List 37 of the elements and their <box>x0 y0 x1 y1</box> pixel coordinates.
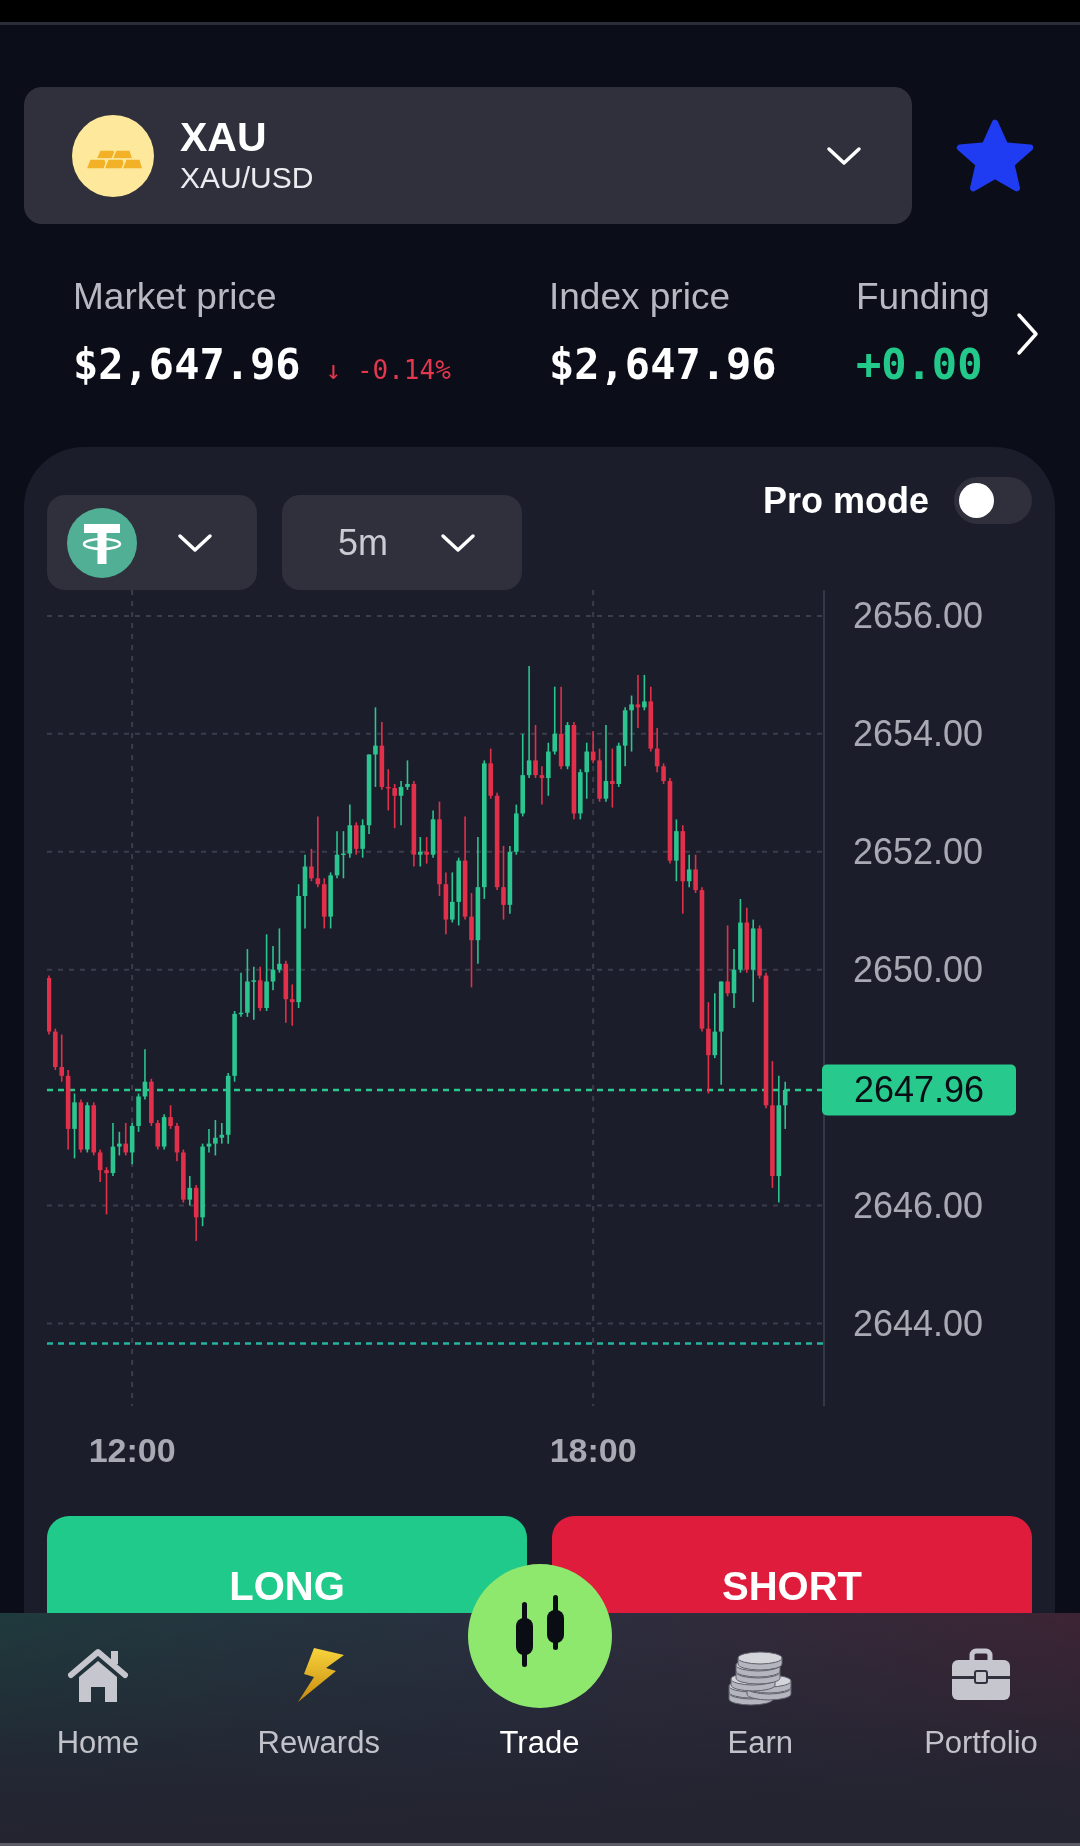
chevron-right-icon[interactable] <box>1015 310 1041 357</box>
tether-icon <box>67 507 137 578</box>
bullion-coin-icon <box>72 114 154 197</box>
short-button[interactable]: SHORT <box>552 1516 1032 1613</box>
nav-item[interactable]: Earn <box>685 1647 836 1761</box>
price-axis-label: 2654.00 <box>853 713 984 755</box>
briefcase-icon <box>950 1648 1012 1702</box>
stat-value: $2,647.96 <box>73 341 301 389</box>
asset-selector[interactable]: XAU XAU/USD <box>24 87 912 224</box>
stat-label: Index price <box>549 278 731 316</box>
time-axis-label: 18:00 <box>549 1431 637 1469</box>
nav-item[interactable]: Portfolio <box>906 1647 1056 1761</box>
stat-value: $2,647.96 <box>549 341 777 389</box>
price-axis-label: 2652.00 <box>853 831 984 873</box>
current-price-tag: 2647.96 <box>822 1064 1016 1116</box>
price-axis-label: 2644.00 <box>853 1302 984 1344</box>
home-icon <box>66 1646 130 1704</box>
stat-label: Market price <box>73 278 278 316</box>
nav-item[interactable]: Home <box>23 1647 173 1761</box>
candlestick-icon <box>467 1564 612 1708</box>
token-selector[interactable] <box>47 495 257 590</box>
chevron-down-icon <box>177 532 213 553</box>
price-axis-label: 2656.00 <box>853 595 984 637</box>
price-axis-label: 2650.00 <box>853 949 984 991</box>
time-axis-label: 12:00 <box>88 1431 176 1469</box>
timeframe-selector[interactable]: 5m <box>282 495 522 590</box>
pro-mode-toggle[interactable] <box>954 477 1032 524</box>
stat-value: +0.00 <box>856 341 983 389</box>
chevron-down-icon <box>440 532 476 553</box>
price-axis-label: 2646.00 <box>853 1185 984 1227</box>
price-change: ↓ -0.14% <box>325 355 451 385</box>
nav-item[interactable]: Rewards <box>243 1647 394 1761</box>
star-icon[interactable] <box>956 118 1034 193</box>
stat-label: Funding <box>856 278 991 316</box>
pro-mode-label: Pro mode <box>762 479 929 522</box>
ref-line-label: 2647.96 <box>853 1069 985 1111</box>
chevron-down-icon <box>826 145 862 166</box>
